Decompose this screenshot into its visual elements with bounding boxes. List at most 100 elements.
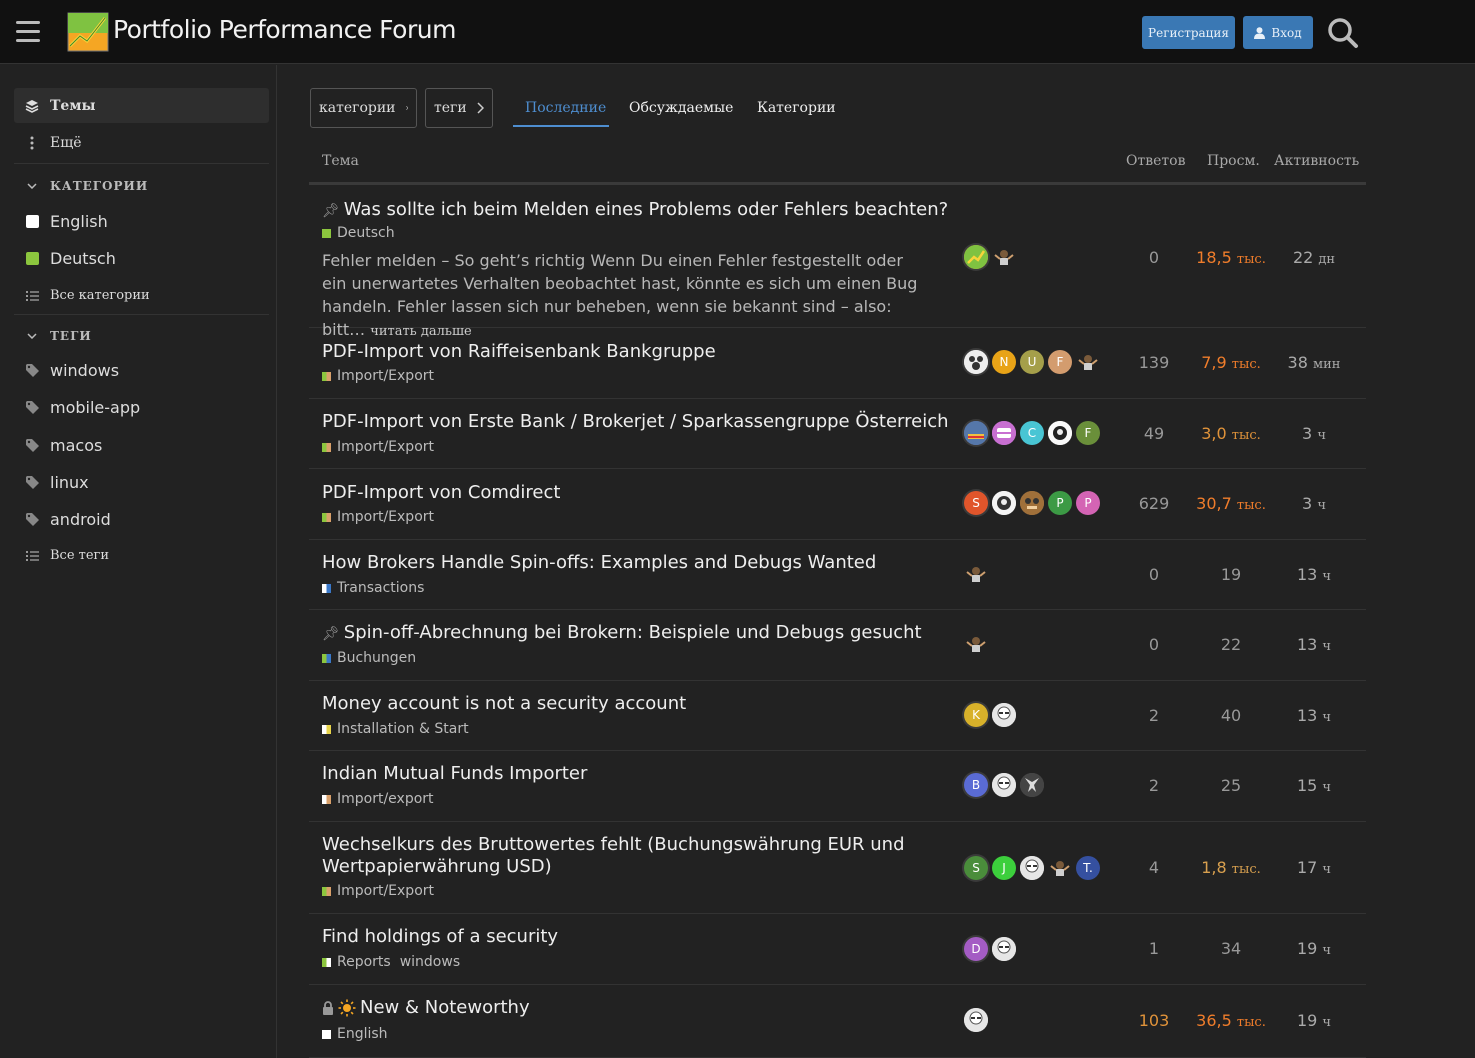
topic-category[interactable]: English (322, 1026, 388, 1042)
activity-time[interactable]: 15 ч (1279, 776, 1349, 795)
avatar[interactable]: S (964, 856, 988, 880)
topic-tag[interactable]: windows (400, 954, 460, 970)
avatar[interactable] (992, 773, 1016, 797)
topic-category[interactable]: Transactions (322, 580, 424, 596)
tags-dropdown[interactable]: теги (425, 88, 493, 128)
activity-time[interactable]: 3 ч (1279, 424, 1349, 443)
topic-category[interactable]: Import/Export (322, 883, 434, 899)
avatar[interactable]: N (992, 350, 1016, 374)
activity-time[interactable]: 17 ч (1279, 858, 1349, 877)
sidebar-item-english[interactable]: English (14, 204, 269, 239)
login-button[interactable]: Вход (1243, 16, 1313, 49)
topic-title-link[interactable]: Wechselkurs des Bruttowertes fehlt (Buch… (322, 834, 942, 878)
reply-count[interactable]: 103 (1124, 1011, 1184, 1030)
topic-category[interactable]: Import/Export (322, 439, 434, 455)
topic-title-link[interactable]: PDF-Import von Comdirect (322, 482, 560, 503)
avatar[interactable]: F (1076, 421, 1100, 445)
activity-time[interactable]: 19 ч (1279, 1011, 1349, 1030)
column-header-replies[interactable]: Ответов (1126, 153, 1185, 169)
tags-section-toggle[interactable]: ТЕГИ (14, 329, 92, 343)
site-logo[interactable] (67, 12, 109, 52)
tab-categories[interactable]: Категории (757, 100, 836, 116)
avatar[interactable]: P (1048, 491, 1072, 515)
activity-time[interactable]: 13 ч (1279, 635, 1349, 654)
avatar[interactable] (964, 632, 988, 656)
avatar[interactable]: P (1076, 491, 1100, 515)
avatar[interactable]: K (964, 703, 988, 727)
avatar[interactable] (1020, 491, 1044, 515)
avatar[interactable]: D (964, 937, 988, 961)
sidebar-item-tag-macos[interactable]: macos (14, 428, 269, 463)
column-header-activity[interactable]: Активность (1274, 153, 1359, 169)
categories-section-toggle[interactable]: КАТЕГОРИИ (14, 179, 148, 193)
avatar[interactable]: J (992, 856, 1016, 880)
topic-category[interactable]: Import/Export (322, 368, 434, 384)
reply-count[interactable]: 139 (1124, 353, 1184, 372)
topic-category[interactable]: Reports windows (322, 954, 460, 970)
sidebar-item-tag-windows[interactable]: windows (14, 353, 269, 388)
avatar[interactable]: C (1020, 421, 1044, 445)
topic-category[interactable]: Import/export (322, 791, 434, 807)
reply-count[interactable]: 2 (1124, 776, 1184, 795)
topic-title-link[interactable]: 📌︎ Was sollte ich beim Melden eines Probl… (322, 199, 948, 220)
topic-title-link[interactable]: How Brokers Handle Spin-offs: Examples a… (322, 552, 876, 573)
categories-dropdown[interactable]: категории (310, 88, 417, 128)
reply-count[interactable]: 1 (1124, 939, 1184, 958)
column-header-views[interactable]: Просм. (1207, 153, 1260, 169)
avatar[interactable] (992, 937, 1016, 961)
avatar[interactable] (964, 562, 988, 586)
avatar[interactable] (964, 245, 988, 269)
avatar[interactable] (1020, 773, 1044, 797)
register-button[interactable]: Регистрация (1142, 16, 1235, 49)
column-header-topic[interactable]: Тема (322, 153, 359, 169)
hamburger-menu-icon[interactable] (16, 21, 40, 43)
topic-title-link[interactable]: Money account is not a security account (322, 693, 686, 714)
sidebar-item-tag-android[interactable]: android (14, 502, 269, 537)
activity-time[interactable]: 19 ч (1279, 939, 1349, 958)
avatar[interactable] (964, 421, 988, 445)
tab-top[interactable]: Обсуждаемые (629, 100, 733, 116)
reply-count[interactable]: 0 (1124, 565, 1184, 584)
topic-category[interactable]: Buchungen (322, 650, 416, 666)
topic-category[interactable]: Installation & Start (322, 721, 469, 737)
activity-time[interactable]: 3 ч (1279, 494, 1349, 513)
avatar[interactable] (964, 1008, 988, 1032)
avatar[interactable]: U (1020, 350, 1044, 374)
topic-title-link[interactable]: Indian Mutual Funds Importer (322, 763, 587, 784)
topic-title-link[interactable]: New & Noteworthy (322, 997, 530, 1018)
sidebar-item-topics[interactable]: Темы (14, 88, 269, 123)
activity-time[interactable]: 38 мин (1279, 353, 1349, 372)
avatar[interactable] (1048, 856, 1072, 880)
reply-count[interactable]: 0 (1124, 248, 1184, 267)
avatar[interactable]: T. (1076, 856, 1100, 880)
avatar[interactable] (992, 245, 1016, 269)
sidebar-item-all-tags[interactable]: Все теги (14, 538, 269, 573)
avatar[interactable] (1020, 856, 1044, 880)
search-icon[interactable] (1327, 17, 1359, 49)
topic-category[interactable]: Deutsch (322, 225, 395, 241)
sidebar-item-all-categories[interactable]: Все категории (14, 278, 269, 313)
avatar[interactable] (992, 491, 1016, 515)
topic-title-link[interactable]: PDF-Import von Erste Bank / Brokerjet / … (322, 411, 949, 432)
avatar[interactable] (1076, 350, 1100, 374)
avatar[interactable]: B (964, 773, 988, 797)
topic-title-link[interactable]: 📌︎ Spin-off-Abrechnung bei Brokern: Beisp… (322, 622, 922, 643)
activity-time[interactable]: 13 ч (1279, 565, 1349, 584)
avatar[interactable] (964, 350, 988, 374)
reply-count[interactable]: 0 (1124, 635, 1184, 654)
reply-count[interactable]: 629 (1124, 494, 1184, 513)
tab-latest[interactable]: Последние (525, 100, 606, 116)
site-title[interactable]: Portfolio Performance Forum (113, 15, 456, 44)
avatar[interactable]: F (1048, 350, 1072, 374)
avatar[interactable]: S (964, 491, 988, 515)
activity-time[interactable]: 22 дн (1279, 248, 1349, 267)
topic-category[interactable]: Import/Export (322, 509, 434, 525)
sidebar-item-deutsch[interactable]: Deutsch (14, 241, 269, 276)
reply-count[interactable]: 4 (1124, 858, 1184, 877)
topic-title-link[interactable]: PDF-Import von Raiffeisenbank Bankgruppe (322, 341, 716, 362)
reply-count[interactable]: 49 (1124, 424, 1184, 443)
sidebar-item-more[interactable]: Ещё (14, 125, 269, 160)
avatar[interactable] (1048, 421, 1072, 445)
sidebar-item-tag-mobile-app[interactable]: mobile-app (14, 390, 269, 425)
avatar[interactable] (992, 421, 1016, 445)
